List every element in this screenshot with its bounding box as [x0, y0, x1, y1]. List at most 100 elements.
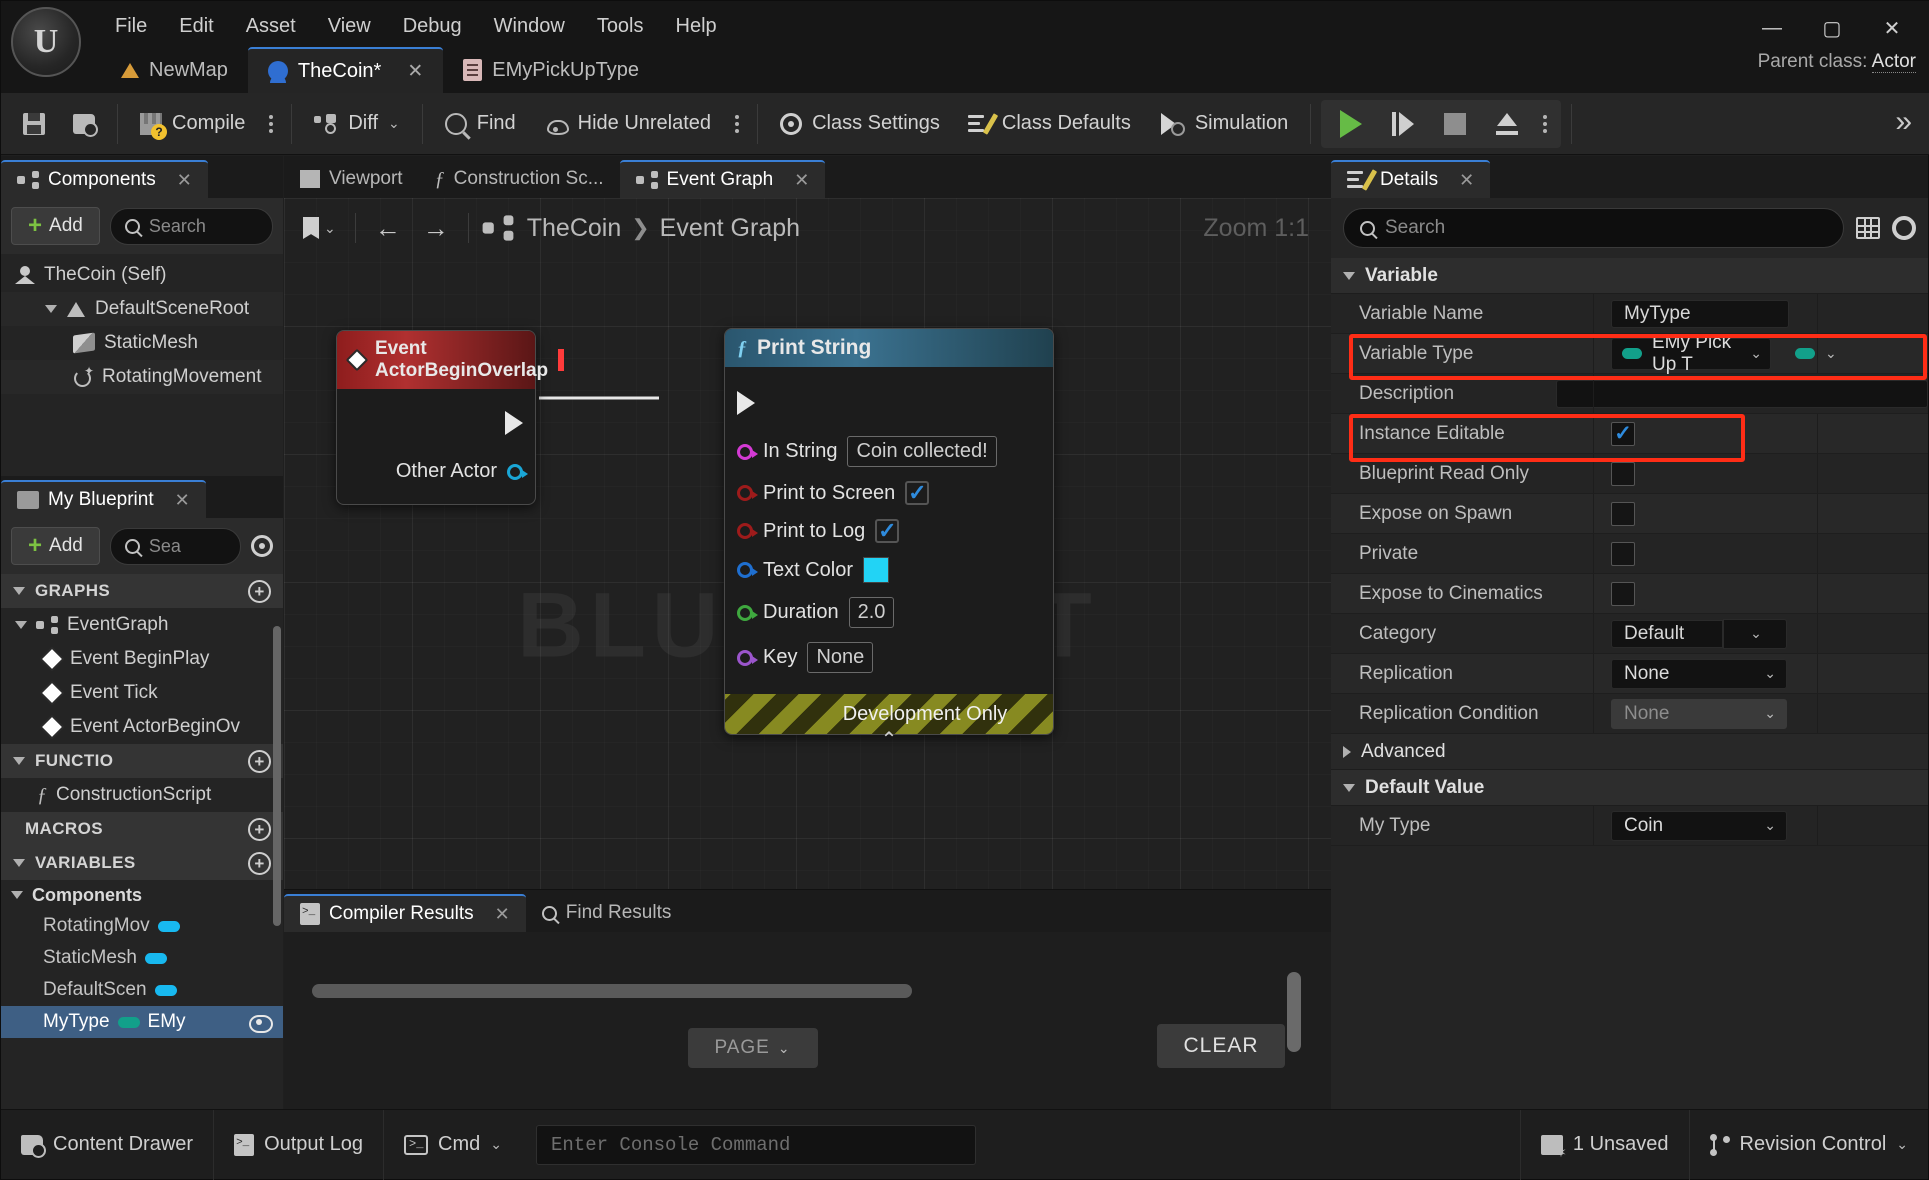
save-button[interactable] [9, 101, 59, 147]
my-blueprint-search-input[interactable]: Sea [109, 527, 241, 565]
add-variable-section-button[interactable]: + [248, 851, 271, 875]
category-variable[interactable]: Variable [1331, 258, 1928, 294]
chevron-down-icon[interactable] [1343, 271, 1355, 280]
chevron-down-icon[interactable] [13, 859, 25, 867]
chevron-down-icon[interactable] [15, 621, 27, 629]
chevron-down-icon[interactable] [45, 305, 57, 313]
tab-components-close[interactable]: ✕ [177, 170, 192, 191]
menu-asset[interactable]: Asset [232, 9, 310, 44]
text-color-swatch[interactable] [863, 557, 890, 583]
section-graphs[interactable]: GRAPHS + [1, 574, 283, 608]
event-graph-canvas[interactable]: ⌄ ← → TheCoin ❯ Event Graph Zoom 1:1 BLU… [284, 198, 1331, 889]
tree-item-event-tick[interactable]: Event Tick [1, 676, 283, 710]
graph-forward-button[interactable]: → [414, 207, 458, 249]
asset-tab-thecoin-close[interactable]: ✕ [407, 60, 423, 83]
add-graph-button[interactable]: + [248, 579, 271, 603]
tree-item-event-beginplay[interactable]: Event BeginPlay [1, 642, 283, 676]
blueprint-read-only-checkbox[interactable] [1611, 461, 1635, 486]
add-function-button[interactable]: + [248, 749, 271, 773]
tab-compiler-results[interactable]: Compiler Results ✕ [284, 894, 526, 932]
asset-tab-newmap[interactable]: NewMap [101, 47, 248, 93]
category-input[interactable]: Default [1611, 619, 1723, 648]
section-macros[interactable]: MACROS + [1, 812, 283, 846]
in-string-value-input[interactable]: Coin collected! [847, 436, 997, 467]
revision-control-button[interactable]: Revision Control ⌄ [1690, 1110, 1928, 1180]
node-delegate-pin[interactable] [558, 349, 565, 371]
description-input[interactable] [1556, 379, 1928, 408]
hide-unrelated-button[interactable]: Hide Unrelated [530, 101, 725, 147]
unreal-logo-icon[interactable]: U [11, 7, 81, 77]
pin-exec-out[interactable] [337, 399, 535, 442]
pin-print-to-screen[interactable]: Print to Screen ✓ [725, 474, 1053, 512]
tab-find-results[interactable]: Find Results [526, 894, 688, 932]
add-component-button[interactable]: + Add [11, 207, 100, 245]
visibility-eye-icon[interactable] [249, 1014, 273, 1033]
breadcrumb-item-thecoin[interactable]: TheCoin [527, 214, 622, 243]
pin-other-actor[interactable]: Other Actor [337, 442, 535, 490]
chevron-down-icon[interactable] [11, 891, 23, 899]
menu-tools[interactable]: Tools [583, 9, 658, 44]
stop-button[interactable] [1429, 102, 1481, 146]
node-event-actor-begin-overlap[interactable]: Event ActorBeginOverlap Other Actor [336, 330, 565, 505]
page-dropdown[interactable]: PAGE ⌄ [687, 1028, 818, 1068]
replication-dropdown[interactable]: None ⌄ [1611, 658, 1787, 689]
duration-value-input[interactable]: 2.0 [848, 597, 895, 628]
expose-on-spawn-checkbox[interactable] [1611, 501, 1635, 526]
pin-duration[interactable]: Duration 2.0 [725, 590, 1053, 635]
tree-item-constructionscript[interactable]: ƒ ConstructionScript [1, 778, 283, 812]
component-row-defaultsceneroot[interactable]: DefaultSceneRoot [1, 292, 283, 326]
print-to-log-checkbox[interactable]: ✓ [875, 518, 900, 543]
key-value-input[interactable]: None [807, 642, 874, 673]
tab-event-graph[interactable]: Event Graph ✕ [619, 160, 826, 198]
my-blueprint-settings-icon[interactable] [251, 535, 273, 557]
tab-event-graph-close[interactable]: ✕ [794, 170, 809, 191]
unsaved-button[interactable]: 1 Unsaved [1519, 1109, 1690, 1180]
menu-debug[interactable]: Debug [389, 9, 476, 44]
chevron-right-icon[interactable] [1343, 745, 1351, 758]
chevron-down-icon[interactable] [13, 757, 25, 765]
tab-viewport[interactable]: Viewport [284, 160, 419, 198]
asset-tab-thecoin[interactable]: TheCoin* ✕ [247, 47, 444, 93]
component-row-thecoin[interactable]: TheCoin (Self) [1, 258, 283, 292]
tree-item-eventgraph[interactable]: EventGraph [1, 608, 283, 642]
browse-button[interactable] [59, 101, 109, 147]
tab-construction-script[interactable]: ƒ Construction Sc... [419, 160, 620, 198]
variable-type-dropdown[interactable]: EMy Pick Up T ⌄ [1611, 332, 1771, 375]
my-blueprint-scrollbar[interactable] [273, 626, 281, 926]
simulation-button[interactable]: Simulation [1145, 101, 1302, 147]
category-dropdown-button[interactable]: ⌄ [1723, 618, 1787, 649]
cmd-button[interactable]: Cmd ⌄ [384, 1110, 522, 1180]
category-default-value[interactable]: Default Value [1331, 770, 1928, 806]
tab-my-blueprint[interactable]: My Blueprint ✕ [1, 480, 206, 518]
add-variable-button[interactable]: + Add [11, 527, 100, 565]
private-checkbox[interactable] [1611, 541, 1635, 566]
graph-back-button[interactable]: ← [366, 207, 410, 249]
details-settings-gear-icon[interactable] [1892, 216, 1916, 240]
pin-key[interactable]: Key None [725, 635, 1053, 680]
variable-container-type-dropdown[interactable]: ⌄ [1785, 338, 1845, 370]
compile-button[interactable]: Compile [126, 101, 259, 147]
component-row-rotatingmovement[interactable]: RotatingMovement [1, 360, 283, 394]
add-macro-button[interactable]: + [248, 817, 271, 841]
pin-exec-in[interactable] [725, 377, 1053, 429]
expose-to-cinematics-checkbox[interactable] [1611, 581, 1635, 606]
tab-details[interactable]: Details ✕ [1331, 160, 1491, 198]
components-search-input[interactable]: Search [109, 207, 273, 245]
close-window-button[interactable]: ✕ [1862, 7, 1922, 49]
variable-name-input[interactable]: MyType [1611, 299, 1789, 328]
tab-components[interactable]: Components ✕ [1, 160, 208, 198]
chevron-down-icon[interactable] [1343, 783, 1355, 792]
find-button[interactable]: Find [431, 101, 530, 147]
variable-row-rotatingmovement[interactable]: RotatingMov [1, 910, 283, 942]
compiler-horizontal-scrollbar[interactable] [312, 984, 912, 998]
section-variables[interactable]: VARIABLES + [1, 846, 283, 880]
compile-options-button[interactable] [259, 114, 283, 133]
step-button[interactable] [1377, 102, 1429, 146]
console-command-input[interactable]: Enter Console Command [536, 1124, 976, 1165]
tree-item-event-actorbeginoverlap[interactable]: Event ActorBeginOv [1, 710, 283, 744]
compiler-vertical-scrollbar[interactable] [1287, 972, 1301, 1052]
instance-editable-checkbox[interactable]: ✓ [1611, 421, 1635, 446]
play-button[interactable] [1325, 102, 1377, 146]
content-drawer-button[interactable]: Content Drawer [1, 1109, 215, 1180]
variable-row-defaultsceneroot[interactable]: DefaultScen [1, 974, 283, 1006]
